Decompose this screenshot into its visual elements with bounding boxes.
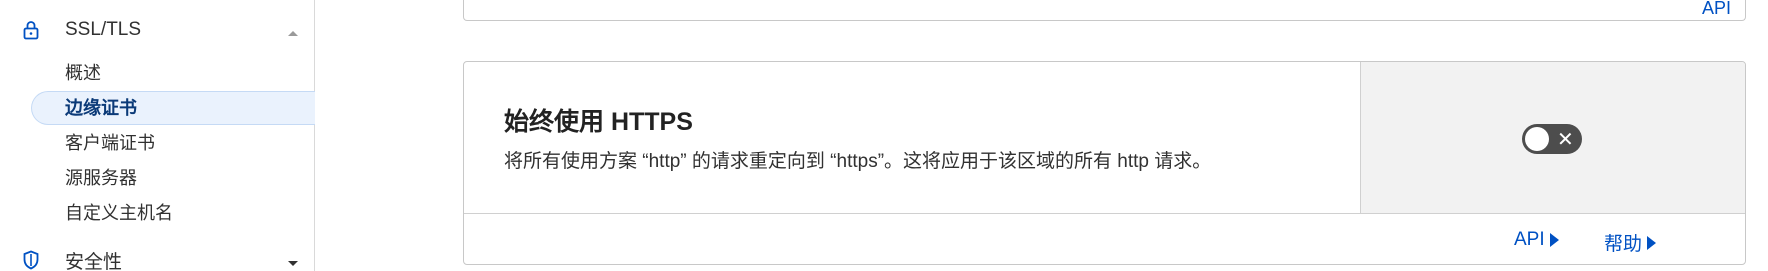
card-title: 始终使用 HTTPS bbox=[504, 108, 693, 136]
sidebar-section-ssl-tls[interactable]: SSL/TLS bbox=[0, 10, 315, 50]
help-link[interactable]: 帮助 bbox=[1604, 229, 1657, 256]
card-description: 将所有使用方案 “http” 的请求重定向到 “https”。这将应用于该区域的… bbox=[504, 151, 1212, 172]
sidebar-item-client-certificates[interactable]: 客户端证书 bbox=[65, 126, 155, 160]
help-link-label: 帮助 bbox=[1604, 234, 1643, 255]
api-link-label: API bbox=[1514, 229, 1545, 250]
api-link[interactable]: API bbox=[1514, 229, 1559, 251]
sidebar-item-origin-server[interactable]: 源服务器 bbox=[65, 161, 137, 195]
previous-card: API bbox=[463, 0, 1746, 21]
sidebar-section-label: 安全性 bbox=[65, 251, 123, 271]
chevron-down-icon[interactable] bbox=[286, 255, 300, 266]
sidebar-item-overview[interactable]: 概述 bbox=[65, 56, 101, 90]
chevron-up-icon[interactable] bbox=[286, 25, 300, 36]
lock-icon bbox=[22, 19, 40, 41]
shield-icon bbox=[22, 249, 40, 271]
sidebar-section-label: SSL/TLS bbox=[65, 19, 142, 40]
api-link[interactable]: API bbox=[1702, 0, 1731, 19]
always-use-https-card: 始终使用 HTTPS 将所有使用方案 “http” 的请求重定向到 “https… bbox=[463, 61, 1746, 265]
card-footer: API 帮助 bbox=[464, 213, 1745, 264]
sidebar-item-custom-hostnames[interactable]: 自定义主机名 bbox=[65, 196, 173, 230]
caret-right-icon bbox=[1549, 233, 1559, 247]
always-use-https-toggle[interactable]: ✕ bbox=[1522, 124, 1582, 154]
card-body: 始终使用 HTTPS 将所有使用方案 “http” 的请求重定向到 “https… bbox=[464, 62, 1360, 213]
toggle-knob bbox=[1525, 127, 1549, 151]
sidebar: SSL/TLS 概述 边缘证书 客户端证书 源服务器 自定义主机名 安全性 bbox=[0, 0, 315, 271]
close-icon: ✕ bbox=[1557, 127, 1574, 151]
sidebar-item-edge-certificates[interactable]: 边缘证书 bbox=[65, 91, 137, 125]
sidebar-section-security[interactable]: 安全性 bbox=[0, 240, 315, 271]
caret-right-icon bbox=[1647, 235, 1657, 250]
card-control-area: ✕ bbox=[1360, 62, 1745, 213]
